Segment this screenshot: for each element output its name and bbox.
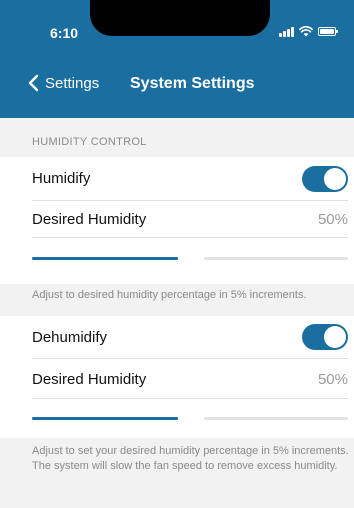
chevron-left-icon bbox=[28, 74, 39, 92]
divider bbox=[32, 398, 348, 399]
battery-icon bbox=[318, 27, 338, 36]
device-notch bbox=[90, 0, 270, 36]
desired-humidity-value: 50% bbox=[317, 211, 348, 228]
humidify-group: Humidify Desired Humidity 50% bbox=[0, 157, 354, 284]
status-icons bbox=[279, 26, 338, 37]
status-time: 6:10 bbox=[50, 25, 79, 41]
desired-dehumidity-label: Desired Humidity bbox=[32, 371, 147, 388]
slider-fill bbox=[32, 417, 178, 420]
divider bbox=[32, 237, 348, 238]
desired-humidity-label: Desired Humidity bbox=[32, 211, 147, 228]
humidify-note: Adjust to desired humidity percentage in… bbox=[32, 289, 307, 301]
divider bbox=[32, 358, 348, 359]
wifi-icon bbox=[299, 26, 313, 37]
toggle-knob bbox=[324, 326, 346, 348]
slider-fill bbox=[32, 257, 178, 260]
page-title: System Settings bbox=[130, 75, 255, 92]
nav-header: 6:10 Settings System Settings bbox=[0, 0, 354, 118]
section-header-humidity-control: HUMIDITY CONTROL bbox=[32, 136, 147, 148]
humidify-toggle[interactable] bbox=[302, 166, 348, 192]
dehumidify-label: Dehumidify bbox=[32, 329, 108, 346]
dehumidify-note: Adjust to set your desired humidity perc… bbox=[32, 445, 349, 472]
dehumidify-group: Dehumidify Desired Humidity 50% bbox=[0, 316, 354, 438]
back-button[interactable]: Settings bbox=[26, 74, 99, 92]
cellular-signal-icon bbox=[279, 26, 294, 37]
humidity-slider[interactable] bbox=[204, 257, 348, 260]
humidify-label: Humidify bbox=[32, 170, 91, 187]
desired-dehumidity-value: 50% bbox=[317, 371, 348, 388]
divider bbox=[32, 200, 348, 201]
dehumidify-toggle[interactable] bbox=[302, 324, 348, 350]
dehumidity-slider[interactable] bbox=[204, 417, 348, 420]
back-button-label: Settings bbox=[45, 74, 100, 92]
toggle-knob bbox=[324, 168, 346, 190]
